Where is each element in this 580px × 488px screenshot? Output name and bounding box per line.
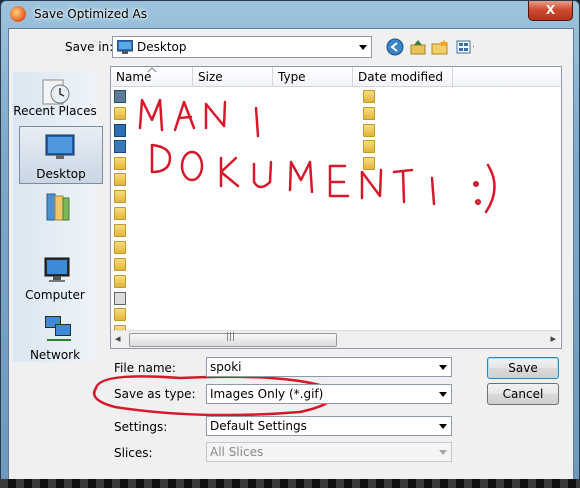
cancel-button[interactable]: Cancel <box>487 383 559 405</box>
background-strip <box>0 479 580 488</box>
chevron-down-icon <box>439 424 447 429</box>
red-handwritten-annotation <box>92 98 496 417</box>
file-name-label: File name: <box>114 361 176 375</box>
slices-dropdown: All Slices <box>206 442 452 462</box>
chevron-down-icon[interactable] <box>439 365 447 370</box>
save-as-type-value: Images Only (*.gif) <box>210 387 324 401</box>
chevron-down-icon <box>439 450 447 455</box>
settings-value: Default Settings <box>210 419 307 433</box>
slices-value: All Slices <box>210 445 264 459</box>
chevron-down-icon <box>439 392 447 397</box>
file-name-input[interactable]: spoki <box>206 357 452 377</box>
settings-label: Settings: <box>114 420 168 434</box>
save-button[interactable]: Save <box>487 357 559 379</box>
slices-label: Slices: <box>114 446 153 460</box>
save-as-type-dropdown[interactable]: Images Only (*.gif) <box>206 384 452 404</box>
file-name-value: spoki <box>210 360 242 374</box>
settings-dropdown[interactable]: Default Settings <box>206 416 452 436</box>
save-as-type-label: Save as type: <box>114 387 196 401</box>
